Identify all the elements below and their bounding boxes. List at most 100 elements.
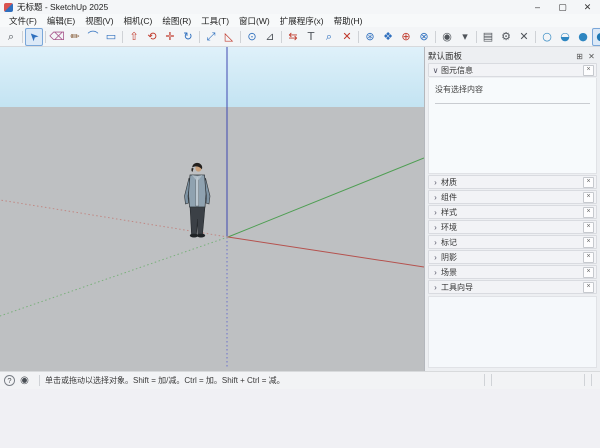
style-hidden-line-icon[interactable]: ◒ — [556, 28, 574, 46]
menu-camera[interactable]: 相机(C) — [119, 15, 158, 27]
menu-file[interactable]: 文件(F) — [4, 15, 42, 27]
panel-section-entity-info[interactable]: ∨ 图元信息 × — [428, 63, 597, 77]
model-viewport[interactable] — [0, 47, 424, 371]
menu-window[interactable]: 窗口(W) — [234, 15, 275, 27]
style-shaded-icon[interactable]: ● — [574, 28, 592, 46]
panel-section-scenes[interactable]: › 场景 × — [428, 265, 597, 279]
divider — [435, 103, 590, 104]
pushpull-tool-icon[interactable]: ⇧ — [125, 28, 143, 46]
scale-tool-icon[interactable]: ⤢ — [202, 28, 220, 46]
tool-glyph: ⚙ — [501, 31, 511, 42]
entity-info-empty-text: 没有选择内容 — [435, 84, 590, 95]
maximize-button[interactable]: ▢ — [550, 0, 575, 14]
tray-header: 默认面板 ⊞ ✕ — [428, 49, 597, 63]
zoom-tool-icon[interactable]: ⌕ — [320, 28, 338, 46]
toolbar-button — [533, 29, 538, 45]
menu-draw[interactable]: 绘图(R) — [157, 15, 196, 27]
zoom-extents-icon[interactable]: ✕ — [338, 28, 356, 46]
close-icon[interactable]: × — [583, 65, 594, 76]
close-icon[interactable]: × — [583, 192, 594, 203]
close-icon[interactable]: × — [583, 177, 594, 188]
line-tool-icon[interactable]: ✏ — [66, 28, 84, 46]
minimize-button[interactable]: – — [525, 0, 550, 14]
chevron-right-icon: › — [431, 178, 440, 187]
eraser-tool-icon[interactable]: ⌫ — [48, 28, 66, 46]
close-icon[interactable]: × — [583, 267, 594, 278]
arc-tool-icon[interactable]: ⌒ — [84, 28, 102, 46]
warehouse-3d-icon[interactable]: ⊕ — [397, 28, 415, 46]
close-icon[interactable]: × — [583, 252, 594, 263]
tool-glyph: ✕ — [342, 31, 351, 42]
panel-section-styles[interactable]: › 样式 × — [428, 205, 597, 219]
rotate-tool-icon[interactable]: ↻ — [179, 28, 197, 46]
tool-glyph: ⤢ — [207, 31, 216, 42]
tool-glyph: T — [308, 31, 315, 42]
status-hint-text: 单击或拖动以选择对象。Shift = 加/减。Ctrl = 加。Shift + … — [45, 375, 285, 386]
panel-section-instructor[interactable]: › 工具向导 × — [428, 280, 597, 294]
select-tool-icon[interactable]: ➤ — [25, 28, 43, 46]
settings-gear-icon[interactable]: ⚙ — [497, 28, 515, 46]
help-icon[interactable]: ? — [4, 375, 15, 386]
move-tool-icon[interactable]: ✛ — [161, 28, 179, 46]
panel-section-environment[interactable]: › 环境 × — [428, 220, 597, 234]
tape-measure-tool-icon[interactable]: ⊿ — [261, 28, 279, 46]
tool-glyph: ● — [596, 31, 600, 42]
toolbar-button — [433, 29, 438, 45]
tray-dock-icon[interactable]: ⊞ — [574, 52, 585, 61]
chevron-right-icon: › — [431, 223, 440, 232]
style-shaded-textures-icon[interactable]: ● — [592, 28, 600, 46]
green-axis-line — [228, 158, 424, 237]
close-button[interactable]: ✕ — [575, 0, 600, 14]
menubar: 文件(F)编辑(E)视图(V)相机(C)绘图(R)工具(T)窗口(W)扩展程序(… — [0, 14, 600, 27]
menu-tools[interactable]: 工具(T) — [196, 15, 234, 27]
tray-title: 默认面板 — [428, 50, 462, 62]
close-icon[interactable]: × — [583, 207, 594, 218]
tool-glyph: ✏ — [70, 31, 79, 42]
search-tool-icon[interactable]: ⌕ — [2, 28, 20, 46]
tool-glyph: ⌕ — [326, 31, 332, 42]
style-wireframe-icon[interactable]: ○ — [538, 28, 556, 46]
orbit-tool-icon[interactable]: ⊛ — [361, 28, 379, 46]
protractor-tool-icon[interactable]: ⊙ — [243, 28, 261, 46]
tool-glyph: ↻ — [183, 31, 192, 42]
close-model-icon[interactable]: ✕ — [515, 28, 533, 46]
person-figure — [185, 163, 211, 238]
panel-section-shadows[interactable]: › 阴影 × — [428, 250, 597, 264]
menu-help[interactable]: 帮助(H) — [329, 15, 368, 27]
offset-tool-icon[interactable]: ⇆ — [284, 28, 302, 46]
context-help-icon[interactable]: ◉ — [19, 375, 30, 386]
toolbar-button — [356, 29, 361, 45]
toolbar-button — [120, 29, 125, 45]
tool-glyph: ● — [578, 31, 588, 42]
tray-close-icon[interactable]: ✕ — [586, 52, 597, 61]
panel-section-components[interactable]: › 组件 × — [428, 190, 597, 204]
panel-section-materials[interactable]: › 材质 × — [428, 175, 597, 189]
chevron-right-icon: › — [431, 208, 440, 217]
viewport-drawing — [0, 47, 424, 371]
tool-glyph: ➤ — [27, 29, 41, 43]
menu-view[interactable]: 视图(V) — [80, 15, 118, 27]
account-icon[interactable]: ◉ — [438, 28, 456, 46]
statusbar-grip — [584, 374, 592, 386]
axes-tool-icon[interactable]: ◺ — [220, 28, 238, 46]
account-caret-icon[interactable]: ▾ — [456, 28, 474, 46]
menu-extensions[interactable]: 扩展程序(x) — [275, 15, 329, 27]
rectangle-tool-icon[interactable]: ▭ — [102, 28, 120, 46]
close-icon[interactable]: × — [583, 237, 594, 248]
main-area: 默认面板 ⊞ ✕ ∨ 图元信息 × 没有选择内容 › 材质 × — [0, 47, 600, 371]
close-icon[interactable]: × — [583, 222, 594, 233]
panel-section-list: › 材质 × › 组件 × › 样式 × › 环境 × — [428, 175, 597, 295]
followme-tool-icon[interactable]: ⟲ — [143, 28, 161, 46]
menu-edit[interactable]: 编辑(E) — [42, 15, 80, 27]
close-icon[interactable]: × — [583, 282, 594, 293]
pan-tool-icon[interactable]: ❖ — [379, 28, 397, 46]
toolbar-button — [474, 29, 479, 45]
open-folder-icon[interactable]: ▤ — [479, 28, 497, 46]
tool-glyph: ▭ — [106, 31, 116, 42]
text-tool-icon[interactable]: T — [302, 28, 320, 46]
extension-warehouse-icon[interactable]: ⊗ — [415, 28, 433, 46]
panel-section-tags[interactable]: › 标记 × — [428, 235, 597, 249]
statusbar: ? ◉ 单击或拖动以选择对象。Shift = 加/减。Ctrl = 加。Shif… — [0, 371, 600, 389]
panel-section-label: 图元信息 — [441, 65, 473, 76]
toolbar-button — [279, 29, 284, 45]
